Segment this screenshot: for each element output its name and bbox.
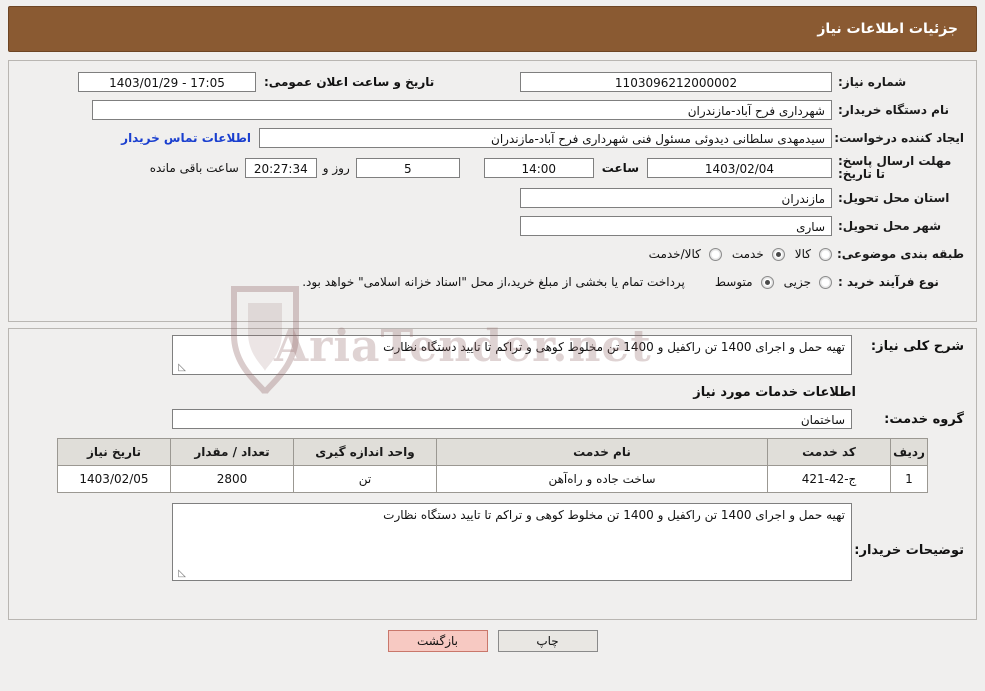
table-header-row: ردیف کد خدمت نام خدمت واحد اندازه گیری ت…	[57, 438, 928, 466]
td-unit: تن	[293, 465, 437, 493]
announce-date-label: تاریخ و ساعت اعلان عمومی:	[264, 75, 435, 89]
deadline-time-value: 14:00	[483, 158, 594, 178]
category-option-khedmat[interactable]: خدمت	[722, 247, 785, 261]
need-info-panel: AriaTender.net شماره نیاز: 1103096212000…	[8, 60, 977, 395]
th-unit: واحد اندازه گیری	[293, 438, 437, 466]
td-code: ج-42-421	[767, 465, 891, 493]
page-header: جزئیات اطلاعات نیاز	[8, 6, 977, 52]
province-value: مازندران	[520, 188, 832, 208]
th-row: ردیف	[890, 438, 928, 466]
requester-label: ایجاد کننده درخواست:	[834, 131, 964, 145]
footer-buttons: چاپ بازگشت	[8, 630, 977, 652]
th-code: کد خدمت	[767, 438, 891, 466]
td-date: 1403/02/05	[57, 465, 171, 493]
deadline-date-value: 1403/02/04	[647, 158, 832, 178]
print-button[interactable]: چاپ	[497, 630, 598, 652]
td-qty: 2800	[170, 465, 294, 493]
row-category: طبقه بندی موضوعی: کالا خدمت کالا/خدمت	[21, 243, 964, 265]
category-option-label-0: کالا	[794, 247, 811, 261]
back-button[interactable]: بازگشت	[387, 630, 488, 652]
buyer-org-value: شهرداری فرح آباد-مازندران	[92, 100, 832, 120]
table-row: 1 ج-42-421 ساخت جاده و راه‌آهن تن 2800 1…	[57, 465, 928, 493]
radio-icon-khedmat[interactable]	[771, 247, 785, 261]
service-group-label: گروه خدمت:	[884, 411, 964, 427]
row-need-number: شماره نیاز: 1103096212000002 تاریخ و ساع…	[21, 71, 964, 93]
resize-grip-icon[interactable]: ◺	[176, 363, 186, 373]
page-root: جزئیات اطلاعات نیاز AriaTender.net شماره…	[0, 0, 985, 691]
th-date: تاریخ نیاز	[57, 438, 171, 466]
buyer-contact-link[interactable]: اطلاعات تماس خریدار	[121, 131, 259, 145]
buyer-notes-text: تهیه حمل و اجرای 1400 تن راکفیل و 1400 ت…	[383, 508, 845, 522]
need-number-label: شماره نیاز:	[838, 75, 907, 89]
city-label: شهر محل تحویل:	[838, 219, 942, 233]
process-option-label-0: جزیی	[783, 275, 811, 289]
radio-icon-kala[interactable]	[819, 247, 832, 261]
row-general-desc: شرح کلی نیاز: تهیه حمل و اجرای 1400 تن ر…	[21, 335, 964, 375]
radio-icon-motavaset[interactable]	[760, 275, 774, 289]
category-option-kala[interactable]: کالا	[785, 247, 832, 261]
services-section-title: اطلاعات خدمات مورد نیاز	[693, 385, 856, 400]
row-province: استان محل تحویل: مازندران	[21, 187, 964, 209]
row-city: شهر محل تحویل: ساری	[21, 215, 964, 237]
services-table: ردیف کد خدمت نام خدمت واحد اندازه گیری ت…	[57, 438, 928, 493]
row-requester: ایجاد کننده درخواست: سیدمهدی سلطانی دیدو…	[21, 127, 964, 149]
row-buyer-notes: توضیحات خریدار: تهیه حمل و اجرای 1400 تن…	[21, 503, 964, 581]
countdown-value: 20:27:34	[244, 158, 317, 178]
requester-value: سیدمهدی سلطانی دیدوئی مسئول فنی شهرداری …	[259, 128, 832, 148]
days-label: روز و	[322, 161, 350, 175]
buyer-notes-label: توضیحات خریدار:	[854, 543, 964, 558]
page-title: جزئیات اطلاعات نیاز	[817, 21, 958, 37]
process-option-motavaset[interactable]: متوسط	[705, 275, 774, 289]
category-option-label-1: خدمت	[731, 247, 764, 261]
province-label: استان محل تحویل:	[838, 191, 950, 205]
process-option-jozi[interactable]: جزیی	[774, 275, 832, 289]
category-option-label-2: کالا/خدمت	[648, 247, 701, 261]
remaining-days-value: 5	[355, 158, 460, 178]
general-desc-value[interactable]: تهیه حمل و اجرای 1400 تن راکفیل و 1400 ت…	[172, 335, 852, 375]
services-table-wrap: ردیف کد خدمت نام خدمت واحد اندازه گیری ت…	[21, 438, 964, 493]
row-service-group: گروه خدمت: ساختمان	[21, 408, 964, 430]
general-desc-text: تهیه حمل و اجرای 1400 تن راکفیل و 1400 ت…	[383, 340, 845, 354]
service-group-value: ساختمان	[172, 409, 852, 429]
need-number-value: 1103096212000002	[520, 72, 832, 92]
process-option-label-1: متوسط	[714, 275, 753, 289]
category-option-kala-khedmat[interactable]: کالا/خدمت	[639, 247, 722, 261]
buyer-notes-value[interactable]: تهیه حمل و اجرای 1400 تن راکفیل و 1400 ت…	[172, 503, 852, 581]
row-buyer-org: نام دستگاه خریدار: شهرداری فرح آباد-مازن…	[21, 99, 964, 121]
td-name: ساخت جاده و راه‌آهن	[436, 465, 768, 493]
th-name: نام خدمت	[436, 438, 768, 466]
row-deadline: مهلت ارسال پاسخ: تا تاریخ: 1403/02/04 سا…	[21, 155, 964, 181]
radio-icon-kala-khedmat[interactable]	[708, 247, 722, 261]
city-value: ساری	[520, 216, 832, 236]
radio-icon-jozi[interactable]	[819, 275, 832, 289]
hour-label: ساعت	[601, 161, 639, 175]
process-note: پرداخت تمام یا بخشی از مبلغ خرید،از محل …	[302, 275, 685, 289]
general-desc-label: شرح کلی نیاز:	[870, 339, 964, 354]
row-process-type: نوع فرآیند خرید : جزیی متوسط پرداخت تمام…	[21, 271, 964, 293]
category-label: طبقه بندی موضوعی:	[836, 247, 964, 261]
td-row: 1	[890, 465, 928, 493]
resize-grip-icon-2[interactable]: ◺	[176, 569, 186, 579]
th-qty: تعداد / مقدار	[170, 438, 294, 466]
deadline-label: مهلت ارسال پاسخ: تا تاریخ:	[838, 154, 952, 181]
process-label: نوع فرآیند خرید :	[838, 275, 939, 289]
remaining-label: ساعت باقی مانده	[149, 161, 239, 175]
buyer-org-label: نام دستگاه خریدار:	[838, 103, 949, 117]
description-panel: شرح کلی نیاز: تهیه حمل و اجرای 1400 تن ر…	[8, 328, 977, 620]
announce-date-value: 17:05 - 1403/01/29	[78, 72, 256, 92]
